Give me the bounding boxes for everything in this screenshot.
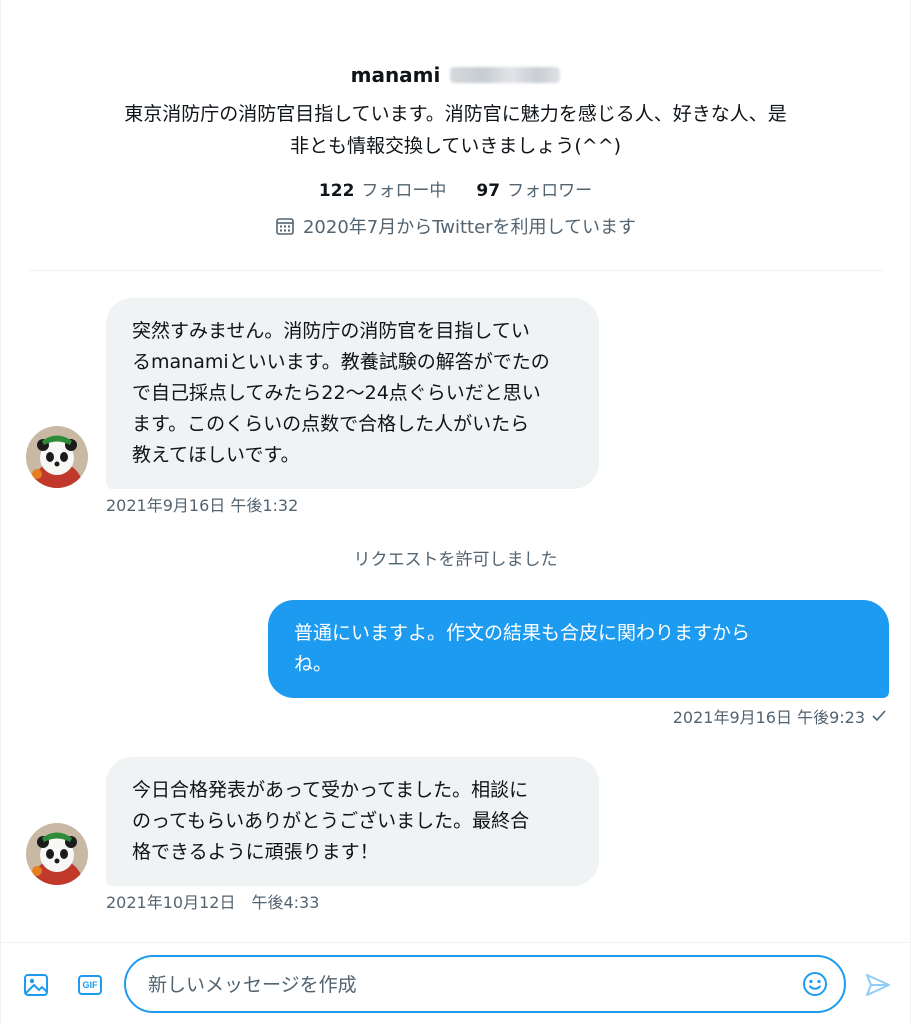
sent-check-icon (872, 710, 886, 722)
message-bubble-incoming[interactable]: 今日合格発表があって受かってました。相談に のってもらいありがとうございました。… (106, 757, 599, 886)
followers-link[interactable]: 97 フォロワー (476, 176, 592, 201)
message-composer: GIF (0, 943, 911, 1024)
message-bubble-incoming[interactable]: 突然すみません。消防庁の消防官を目指してい るmanamiといいます。教養試験の… (106, 298, 599, 489)
bio-line: 非とも情報交換していきましょう(^^) (289, 135, 622, 157)
message-line: 格できるように頑張ります！ (132, 841, 379, 863)
panda-avatar-image (26, 426, 88, 488)
media-button[interactable] (22, 971, 50, 999)
message-line: るmanamiといいます。教養試験の解答がでたの (132, 351, 550, 373)
following-count: 122 (318, 181, 355, 201)
joined-text: 2020年7月からTwitterを利用しています (302, 217, 637, 238)
follow-stats: 122 フォロー中 97 フォロワー (0, 176, 911, 201)
calendar-icon (276, 218, 294, 235)
profile-bio: 東京消防庁の消防官目指しています。消防官に魅力を感じる人、好きな人、是 非とも情… (0, 98, 911, 162)
divider (28, 270, 883, 271)
message-line: ね。 (294, 653, 333, 675)
message-input-wrapper (124, 955, 846, 1013)
message-timestamp: 2021年9月16日 午後9:23 (672, 708, 865, 727)
joined-date: 2020年7月からTwitterを利用しています (0, 213, 911, 239)
message-line: のってもらいありがとうございました。最終合 (132, 810, 530, 832)
message-line: ます。このくらいの点数で合格した人がいたら (132, 413, 530, 435)
blurred-handle (450, 67, 561, 83)
message-line: 教えてほしいです。 (132, 444, 300, 466)
profile-name[interactable]: manami (351, 63, 441, 87)
bio-line: 東京消防庁の消防官目指しています。消防官に魅力を感じる人、好きな人、是 (124, 103, 787, 125)
gif-icon: GIF (78, 975, 102, 995)
followers-label: フォロワー (507, 181, 593, 201)
panda-avatar-image (26, 823, 88, 885)
followers-count: 97 (476, 181, 501, 201)
following-link[interactable]: 122 フォロー中 (319, 176, 447, 201)
send-icon[interactable] (864, 971, 892, 999)
message-line: で自己採点してみたら22〜24点ぐらいだと思い (132, 382, 541, 404)
avatar[interactable] (26, 426, 88, 488)
message-input[interactable] (146, 957, 790, 1013)
gif-button[interactable]: GIF (76, 971, 104, 999)
message-line: 普通にいますよ。作文の結果も合皮に関わりますから (294, 622, 751, 644)
message-line: 突然すみません。消防庁の消防官を目指してい (132, 320, 530, 342)
profile-header: manami 東京消防庁の消防官目指しています。消防官に魅力を感じる人、好きな人… (0, 60, 911, 239)
image-icon (24, 974, 48, 996)
message-line: 今日合格発表があって受かってました。相談に (132, 779, 529, 801)
message-bubble-outgoing[interactable]: 普通にいますよ。作文の結果も合皮に関わりますから ね。 (268, 600, 889, 698)
name-row: manami (0, 60, 911, 90)
emoji-icon[interactable] (802, 971, 828, 997)
following-label: フォロー中 (361, 181, 447, 201)
avatar[interactable] (26, 823, 88, 885)
message-timestamp-row: 2021年9月16日 午後9:23 (673, 704, 887, 728)
request-accepted-notice: リクエストを許可しました (353, 550, 558, 570)
message-timestamp: 2021年10月12日 午後4:33 (106, 893, 320, 912)
message-timestamp: 2021年9月16日 午後1:32 (106, 496, 299, 515)
